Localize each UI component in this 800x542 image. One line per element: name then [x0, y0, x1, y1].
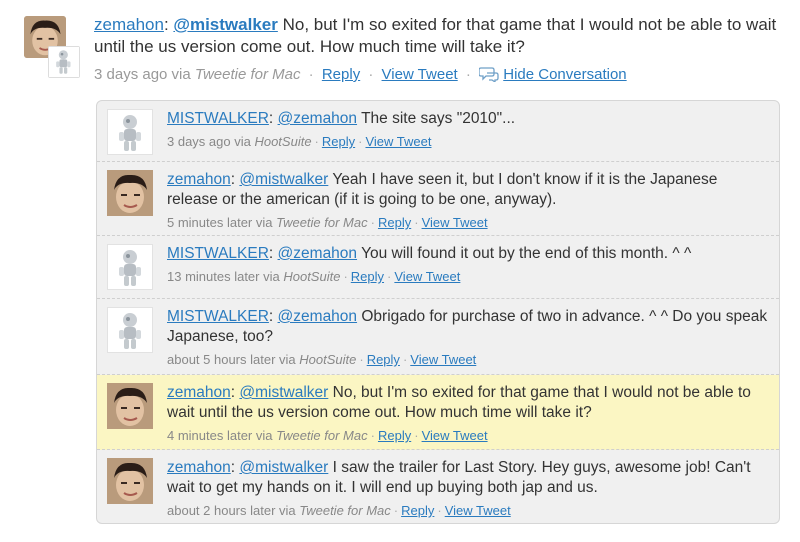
mistwalker-avatar[interactable] — [107, 244, 153, 290]
client-name: HootSuite — [254, 134, 312, 149]
username-link[interactable]: zemahon — [167, 459, 231, 476]
mention-link[interactable]: @mistwalker — [239, 171, 328, 188]
username-link[interactable]: zemahon — [94, 15, 164, 34]
tweet-meta: about 5 hours later via HootSuite · Reply ·… — [167, 350, 769, 370]
zemahon-avatar[interactable] — [107, 170, 153, 216]
timestamp: about 2 hours later via — [167, 503, 300, 518]
separator: · — [437, 503, 442, 518]
tweet-meta: 4 minutes later via Tweetie for Mac · Repl… — [167, 426, 769, 446]
separator: · — [465, 66, 471, 83]
client-name: Tweetie for Mac — [194, 66, 301, 83]
separator: · — [314, 134, 319, 149]
timestamp: 4 minutes later via — [167, 428, 277, 443]
conversation-item: zemahon: @mistwalker No, but I'm so exit… — [97, 375, 779, 450]
tweet-text: The site says "2010"... — [357, 110, 516, 127]
reply-link[interactable]: Reply — [322, 134, 355, 149]
view-tweet-link[interactable]: View Tweet — [445, 503, 511, 518]
conversation-item: zemahon: @mistwalker I saw the trailer f… — [97, 450, 779, 524]
separator: · — [343, 269, 348, 284]
conversation-text: zemahon: @mistwalker Yeah I have seen it… — [167, 170, 769, 233]
separator: · — [387, 269, 392, 284]
timestamp: about 5 hours later via — [167, 352, 300, 367]
zemahon-avatar[interactable] — [107, 458, 153, 504]
conversation-text: zemahon: @mistwalker No, but I'm so exit… — [167, 383, 769, 446]
zemahon-avatar[interactable] — [107, 383, 153, 429]
reply-link[interactable]: Reply — [322, 66, 360, 83]
hide-conversation-link[interactable]: Hide Conversation — [503, 66, 626, 83]
tweet-meta: 5 minutes later via Tweetie for Mac · Repl… — [167, 213, 769, 233]
client-name: HootSuite — [283, 269, 341, 284]
timestamp: 13 minutes later via — [167, 269, 284, 284]
username-link[interactable]: zemahon — [167, 384, 231, 401]
separator: · — [308, 66, 314, 83]
reply-link[interactable]: Reply — [351, 269, 384, 284]
username-link[interactable]: MISTWALKER — [167, 110, 269, 127]
conversation-text: MISTWALKER: @zemahon Obrigado for purcha… — [167, 307, 769, 370]
tweet-meta: about 2 hours later via Tweetie for Mac ·… — [167, 501, 769, 521]
view-tweet-link[interactable]: View Tweet — [422, 215, 488, 230]
separator: · — [414, 215, 419, 230]
mention-link[interactable]: @zemahon — [278, 110, 358, 127]
mistwalker-avatar[interactable] — [107, 307, 153, 353]
reply-link[interactable]: Reply — [378, 215, 411, 230]
mention-link[interactable]: @zemahon — [278, 308, 358, 325]
username-link[interactable]: MISTWALKER — [167, 245, 269, 262]
client-name: Tweetie for Mac — [276, 215, 368, 230]
timestamp: 3 days ago via — [167, 134, 255, 149]
tweet-meta: 3 days ago via HootSuite · Reply · View Twee… — [167, 132, 769, 152]
tweet-meta: 3 days ago via Tweetie for Mac · Reply ·… — [94, 64, 784, 89]
tweet-body: zemahon: @mistwalker No, but I'm so exit… — [94, 14, 784, 89]
conversation-text: MISTWALKER: @zemahon The site says "2010… — [167, 109, 769, 152]
mention-link[interactable]: @mistwalker — [239, 384, 328, 401]
view-tweet-link[interactable]: View Tweet — [365, 134, 431, 149]
mistwalker-avatar[interactable] — [107, 109, 153, 155]
mention-link[interactable]: @zemahon — [278, 245, 358, 262]
conversation-item: MISTWALKER: @zemahon You will found it o… — [97, 236, 779, 299]
view-tweet-link[interactable]: View Tweet — [382, 66, 458, 83]
reply-target-avatar[interactable] — [48, 46, 80, 78]
tweet-text: You will found it out by the end of this… — [357, 245, 692, 262]
separator: · — [393, 503, 399, 518]
separator: · — [370, 428, 375, 443]
reply-link[interactable]: Reply — [401, 503, 434, 518]
conversation-panel: MISTWALKER: @zemahon The site says "2010… — [96, 100, 780, 524]
tweet-meta: 13 minutes later via HootSuite · Reply · Vie… — [167, 267, 769, 287]
timestamp: 3 days ago via — [94, 66, 195, 83]
timestamp: 5 minutes later via — [167, 215, 277, 230]
conversation-text: MISTWALKER: @zemahon You will found it o… — [167, 244, 769, 287]
conversation-icon[interactable] — [478, 66, 499, 89]
username-link[interactable]: MISTWALKER — [167, 308, 269, 325]
separator: · — [414, 428, 419, 443]
view-tweet-link[interactable]: View Tweet — [422, 428, 488, 443]
separator: · — [370, 215, 375, 230]
client-name: Tweetie for Mac — [299, 503, 391, 518]
separator: · — [368, 66, 374, 83]
mention-link[interactable]: @mistwalker — [239, 459, 328, 476]
separator: · — [358, 134, 363, 149]
conversation-item: zemahon: @mistwalker Yeah I have seen it… — [97, 162, 779, 236]
view-tweet-link[interactable]: View Tweet — [410, 352, 476, 367]
conversation-item: MISTWALKER: @zemahon The site says "2010… — [97, 101, 779, 162]
header-tweet: zemahon: @mistwalker No, but I'm so exit… — [0, 0, 800, 95]
separator: · — [402, 352, 408, 367]
reply-link[interactable]: Reply — [378, 428, 411, 443]
conversation-item: MISTWALKER: @zemahon Obrigado for purcha… — [97, 299, 779, 375]
mention-link[interactable]: @mistwalker — [173, 15, 277, 34]
conversation-text: zemahon: @mistwalker I saw the trailer f… — [167, 458, 769, 521]
username-link[interactable]: zemahon — [167, 171, 231, 188]
separator: · — [359, 352, 364, 367]
client-name: HootSuite — [299, 352, 357, 367]
reply-link[interactable]: Reply — [367, 352, 400, 367]
view-tweet-link[interactable]: View Tweet — [394, 269, 460, 284]
client-name: Tweetie for Mac — [276, 428, 368, 443]
